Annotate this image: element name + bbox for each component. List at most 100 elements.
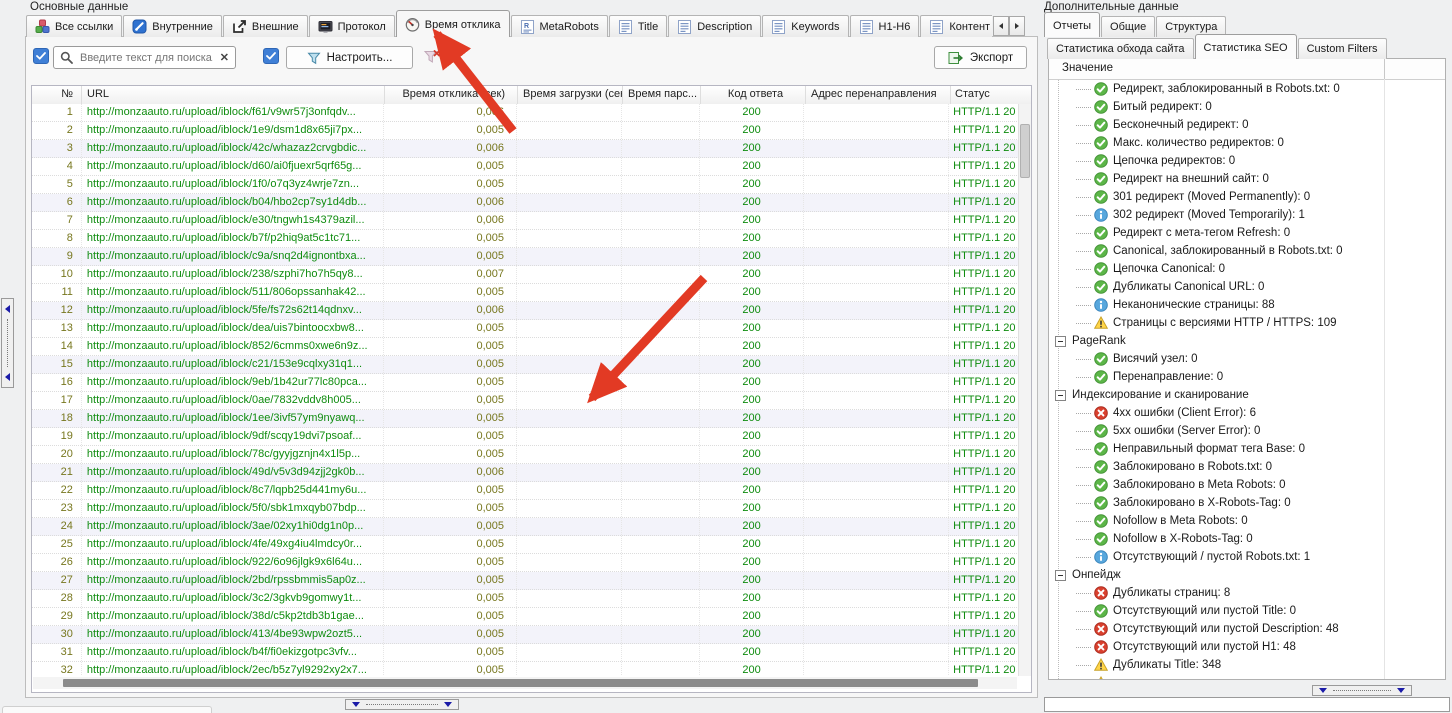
table-row[interactable]: 16http://monzaauto.ru/upload/iblock/9eb/…: [32, 374, 1019, 392]
tab-keywords[interactable]: Keywords: [762, 15, 848, 37]
tree-item[interactable]: Неправильный формат тега Base: 0: [1049, 440, 1445, 458]
column-header-5[interactable]: Код ответа: [701, 86, 806, 104]
search-input[interactable]: [78, 51, 215, 65]
tree-item[interactable]: 301 редирект (Moved Permanently): 0: [1049, 188, 1445, 206]
table-row[interactable]: 14http://monzaauto.ru/upload/iblock/852/…: [32, 338, 1019, 356]
tree-item[interactable]: Отсутствующий или пустой Description: 48: [1049, 620, 1445, 638]
tab-scroll-right-button[interactable]: [1009, 16, 1025, 36]
table-horizontal-scrollbar[interactable]: [33, 677, 1017, 689]
collapse-expander-icon[interactable]: [1055, 570, 1066, 581]
column-header-0[interactable]: №: [32, 86, 82, 104]
bottom-panel-splitter[interactable]: [345, 699, 459, 710]
tree-item[interactable]: Отсутствующий или пустой Title: 0: [1049, 602, 1445, 620]
table-row[interactable]: 18http://monzaauto.ru/upload/iblock/1ee/…: [32, 410, 1019, 428]
collapse-expander-icon[interactable]: [1055, 336, 1066, 347]
tree-item[interactable]: Дубликаты Canonical URL: 0: [1049, 278, 1445, 296]
tree-group[interactable]: PageRank: [1049, 332, 1445, 350]
tree-item[interactable]: Страницы с версиями HTTP / HTTPS: 109: [1049, 314, 1445, 332]
table-row[interactable]: 30http://monzaauto.ru/upload/iblock/413/…: [32, 626, 1019, 644]
tab-scroll-left-button[interactable]: [993, 16, 1009, 36]
table-row[interactable]: 26http://monzaauto.ru/upload/iblock/922/…: [32, 554, 1019, 572]
table-row[interactable]: 22http://monzaauto.ru/upload/iblock/8c7/…: [32, 482, 1019, 500]
table-row[interactable]: 3http://monzaauto.ru/upload/iblock/42c/w…: [32, 140, 1019, 158]
tree-item[interactable]: Редирект на внешний сайт: 0: [1049, 170, 1445, 188]
tree-item[interactable]: Висячий узел: 0: [1049, 350, 1445, 368]
table-row[interactable]: 20http://monzaauto.ru/upload/iblock/78c/…: [32, 446, 1019, 464]
table-row[interactable]: 11http://monzaauto.ru/upload/iblock/511/…: [32, 284, 1019, 302]
tree-item[interactable]: Дубликаты страниц: 8: [1049, 584, 1445, 602]
tree-header-value[interactable]: Значение: [1049, 59, 1445, 80]
right-bottom-splitter[interactable]: [1312, 685, 1412, 696]
tree-item[interactable]: Отсутствующий / пустой Robots.txt: 1: [1049, 548, 1445, 566]
configure-filter-button[interactable]: Настроить...: [286, 46, 413, 69]
table-row[interactable]: 19http://monzaauto.ru/upload/iblock/9df/…: [32, 428, 1019, 446]
tree-item[interactable]: Canonical, заблокированный в Robots.txt:…: [1049, 242, 1445, 260]
table-row[interactable]: 28http://monzaauto.ru/upload/iblock/3c2/…: [32, 590, 1019, 608]
table-row[interactable]: 1http://monzaauto.ru/upload/iblock/f61/v…: [32, 104, 1019, 122]
table-row[interactable]: 7http://monzaauto.ru/upload/iblock/e30/t…: [32, 212, 1019, 230]
tab-external[interactable]: Внешние: [223, 15, 308, 37]
tree-item[interactable]: 5xx ошибки (Server Error): 0: [1049, 422, 1445, 440]
table-row[interactable]: 24http://monzaauto.ru/upload/iblock/3ae/…: [32, 518, 1019, 536]
tree-item[interactable]: Перенаправление: 0: [1049, 368, 1445, 386]
table-row[interactable]: 13http://monzaauto.ru/upload/iblock/dea/…: [32, 320, 1019, 338]
filter-enable-checkbox[interactable]: [263, 48, 279, 64]
tree-item[interactable]: Цепочка Canonical: 0: [1049, 260, 1445, 278]
tab-metarobots[interactable]: RMetaRobots: [511, 15, 608, 37]
tree-item[interactable]: Nofollow в Meta Robots: 0: [1049, 512, 1445, 530]
column-header-1[interactable]: URL: [82, 86, 385, 104]
tab-internal[interactable]: Внутренние: [123, 15, 222, 37]
tree-item[interactable]: Цепочка редиректов: 0: [1049, 152, 1445, 170]
tree-item[interactable]: Битый редирект: 0: [1049, 98, 1445, 116]
tree-item[interactable]: Макс. количество редиректов: 0: [1049, 134, 1445, 152]
tab-response-time[interactable]: Время отклика: [396, 10, 510, 37]
subtab-crawl-stats[interactable]: Статистика обхода сайта: [1047, 38, 1194, 59]
table-row[interactable]: 32http://monzaauto.ru/upload/iblock/2ec/…: [32, 662, 1019, 676]
column-header-6[interactable]: Адрес перенаправления: [806, 86, 951, 104]
tree-item[interactable]: Заблокировано в X-Robots-Tag: 0: [1049, 494, 1445, 512]
tab-h1-h6[interactable]: H1-H6: [850, 15, 920, 37]
table-row[interactable]: 29http://monzaauto.ru/upload/iblock/38d/…: [32, 608, 1019, 626]
table-row[interactable]: 15http://monzaauto.ru/upload/iblock/c21/…: [32, 356, 1019, 374]
subtab-custom-filters[interactable]: Custom Filters: [1298, 38, 1387, 59]
table-row[interactable]: 17http://monzaauto.ru/upload/iblock/0ae/…: [32, 392, 1019, 410]
tree-item[interactable]: Редирект, заблокированный в Robots.txt: …: [1049, 80, 1445, 98]
search-enable-checkbox[interactable]: [33, 48, 49, 64]
table-vertical-scrollbar[interactable]: [1018, 104, 1031, 676]
column-header-3[interactable]: Время загрузки (сек): [518, 86, 623, 104]
table-row[interactable]: 8http://monzaauto.ru/upload/iblock/b7f/p…: [32, 230, 1019, 248]
subtab-seo-stats[interactable]: Статистика SEO: [1195, 34, 1297, 59]
export-button[interactable]: Экспорт: [934, 46, 1027, 69]
tree-item[interactable]: Заблокировано в Robots.txt: 0: [1049, 458, 1445, 476]
column-header-7[interactable]: Статус: [951, 86, 1021, 104]
table-row[interactable]: 25http://monzaauto.ru/upload/iblock/4fe/…: [32, 536, 1019, 554]
column-header-4[interactable]: Время парс...: [623, 86, 701, 104]
tree-item[interactable]: 4xx ошибки (Client Error): 6: [1049, 404, 1445, 422]
tree-group[interactable]: Онпейдж: [1049, 566, 1445, 584]
table-row[interactable]: 31http://monzaauto.ru/upload/iblock/b4f/…: [32, 644, 1019, 662]
tab-description[interactable]: Description: [668, 15, 761, 37]
tree-item[interactable]: Дубликаты Title: 348: [1049, 656, 1445, 674]
table-row[interactable]: 12http://monzaauto.ru/upload/iblock/5fe/…: [32, 302, 1019, 320]
table-row[interactable]: 9http://monzaauto.ru/upload/iblock/c9a/s…: [32, 248, 1019, 266]
column-header-2[interactable]: Время отклика (сек): [385, 86, 518, 104]
tree-item[interactable]: Nofollow в X-Robots-Tag: 0: [1049, 530, 1445, 548]
clear-filter-button[interactable]: [423, 48, 441, 66]
table-row[interactable]: 4http://monzaauto.ru/upload/iblock/d60/a…: [32, 158, 1019, 176]
vertical-scrollbar-thumb[interactable]: [1020, 124, 1030, 178]
tree-item[interactable]: Бесконечный редирект: 0: [1049, 116, 1445, 134]
left-pane-collapse-splitter[interactable]: [1, 298, 14, 388]
tree-item[interactable]: Неканонические страницы: 88: [1049, 296, 1445, 314]
tab-content[interactable]: Контент: [920, 15, 992, 37]
tree-item[interactable]: Редирект с мета-тегом Refresh: 0: [1049, 224, 1445, 242]
table-row[interactable]: 6http://monzaauto.ru/upload/iblock/b04/h…: [32, 194, 1019, 212]
tree-group[interactable]: Индексирование и сканирование: [1049, 386, 1445, 404]
table-row[interactable]: 5http://monzaauto.ru/upload/iblock/1f0/o…: [32, 176, 1019, 194]
search-clear-icon[interactable]: ✕: [220, 51, 229, 64]
tab-all-links[interactable]: Все ссылки: [26, 15, 122, 37]
tree-item[interactable]: 302 редирект (Moved Temporarily): 1: [1049, 206, 1445, 224]
table-row[interactable]: 10http://monzaauto.ru/upload/iblock/238/…: [32, 266, 1019, 284]
table-row[interactable]: 23http://monzaauto.ru/upload/iblock/5f0/…: [32, 500, 1019, 518]
horizontal-scrollbar-thumb[interactable]: [63, 679, 978, 687]
tab-title[interactable]: Title: [609, 15, 667, 37]
